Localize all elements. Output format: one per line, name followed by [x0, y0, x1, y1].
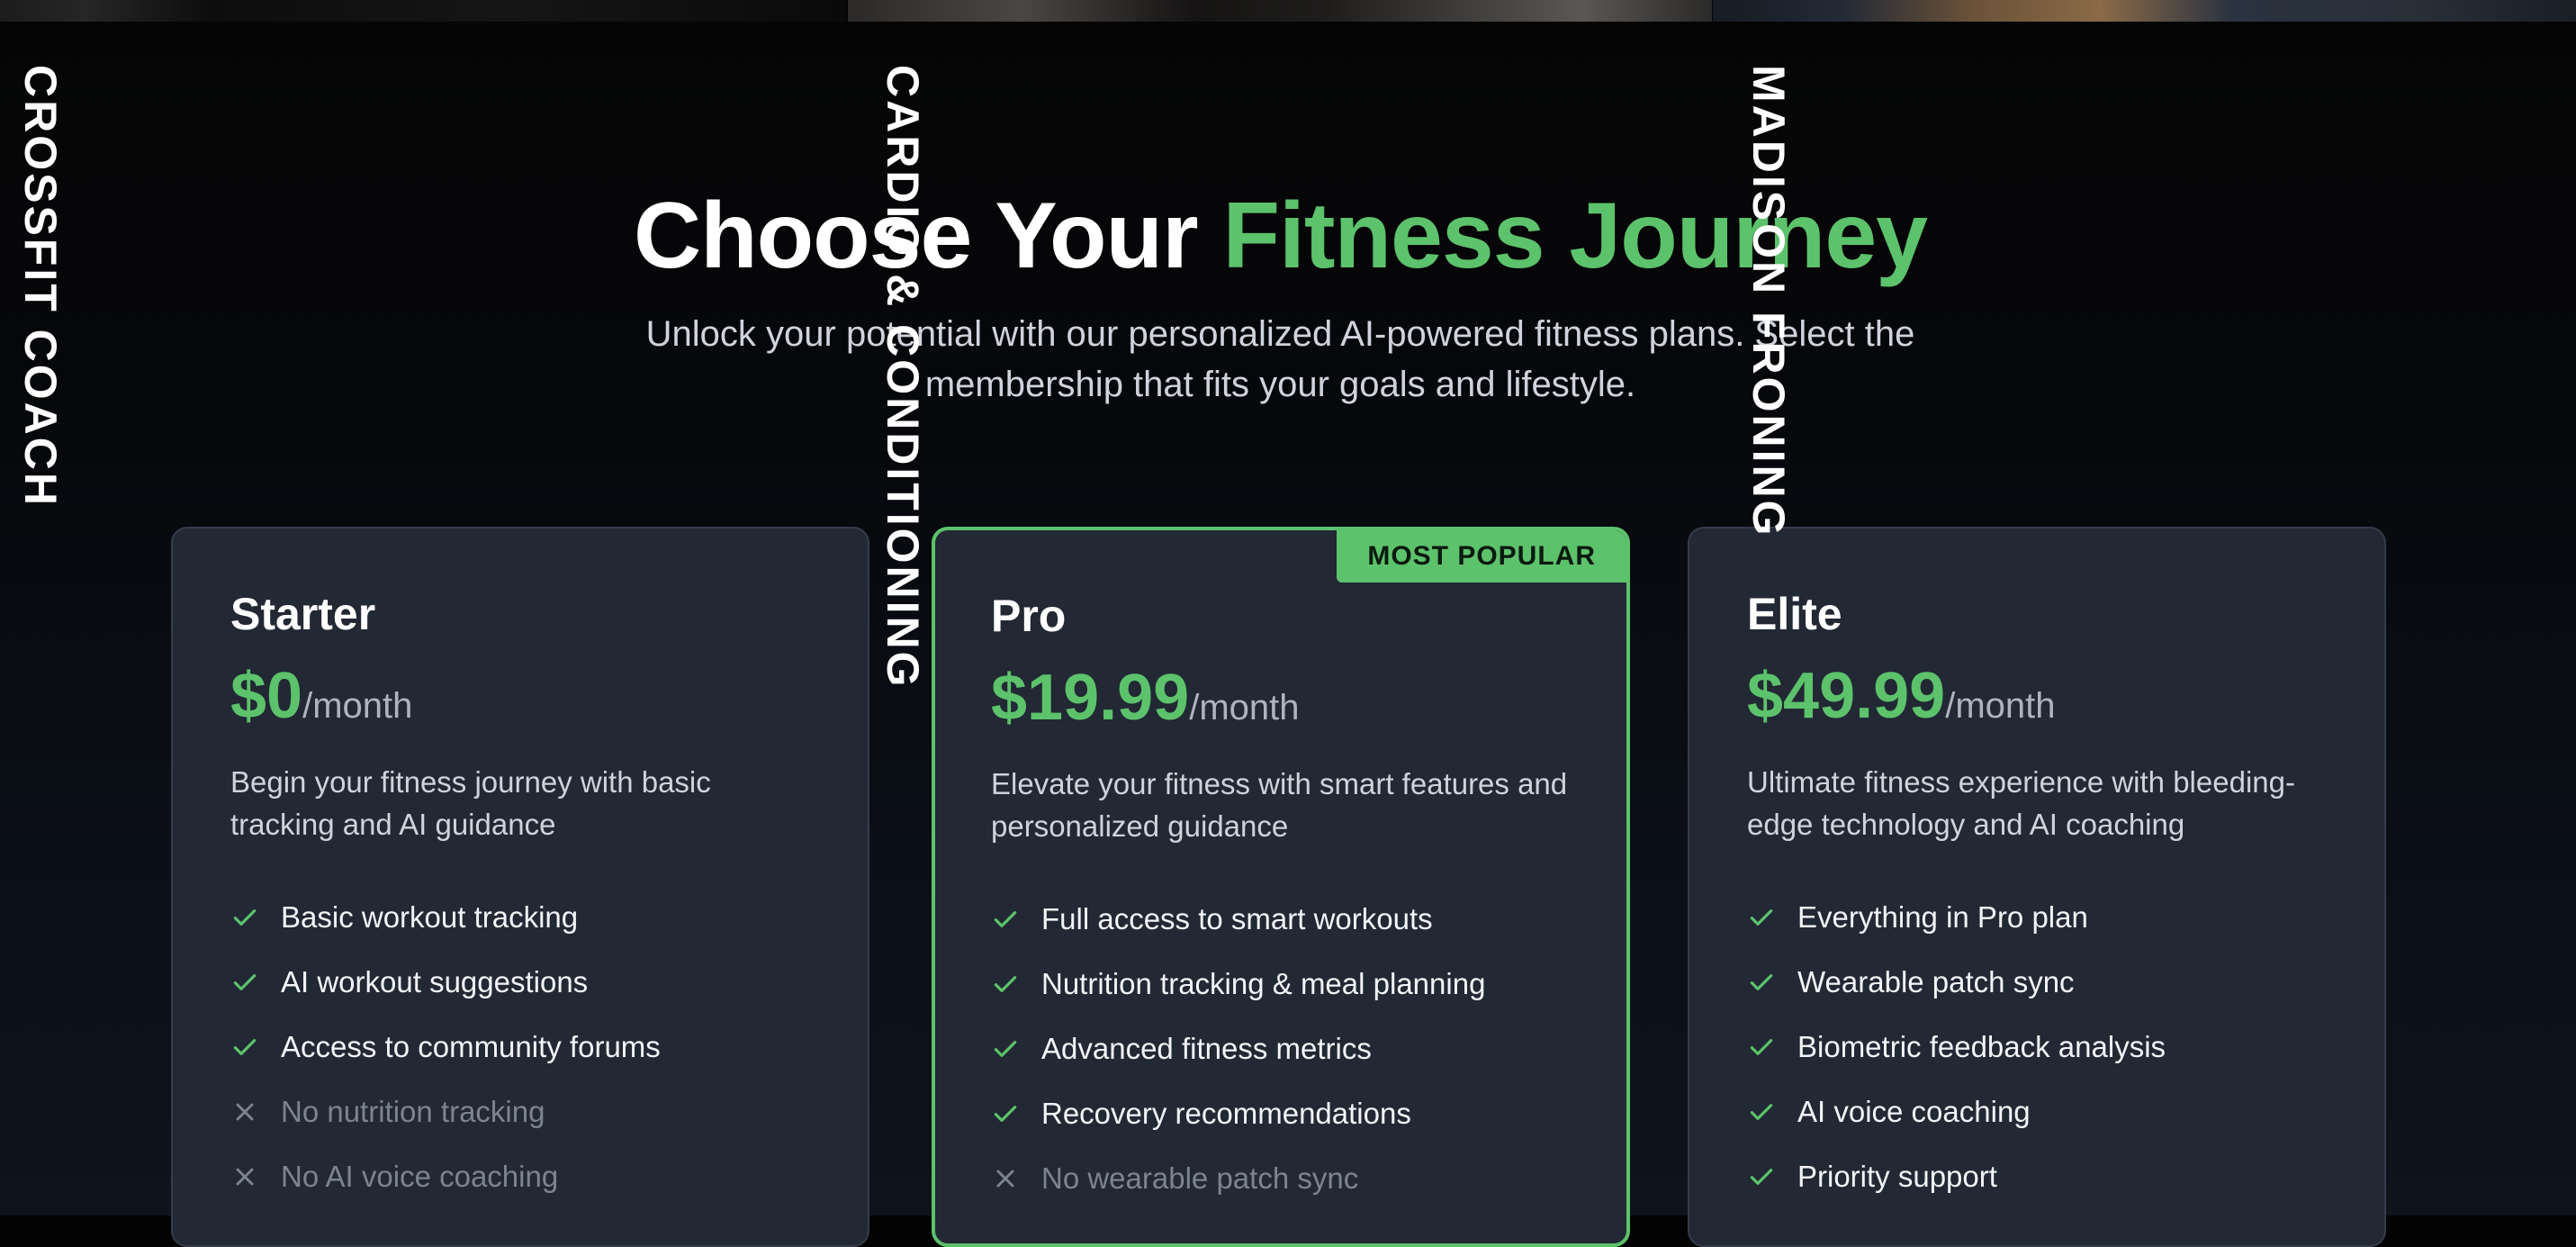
feature-text: Basic workout tracking — [281, 900, 579, 934]
page-subtitle: Unlock your potential with our personali… — [645, 314, 1915, 405]
feature-item: Access to community forums — [230, 1015, 814, 1080]
feature-text: AI workout suggestions — [281, 965, 589, 999]
price-row: $49.99/month — [1747, 664, 2330, 728]
feature-text: Access to community forums — [281, 1030, 661, 1063]
feature-text: AI voice coaching — [1797, 1095, 2031, 1128]
feature-item: AI workout suggestions — [230, 950, 814, 1015]
x-icon — [230, 1094, 281, 1130]
feature-item: Everything in Pro plan — [1747, 885, 2330, 950]
check-icon — [1747, 1029, 1797, 1065]
price-row: $0/month — [230, 664, 814, 728]
feature-text: Advanced fitness metrics — [1041, 1032, 1372, 1065]
feature-text: Biometric feedback analysis — [1797, 1030, 2166, 1063]
plan-card-pro[interactable]: MOST POPULAR Pro $19.99/month Elevate yo… — [932, 527, 1630, 1247]
check-icon — [1747, 1094, 1797, 1130]
plan-period: /month — [1945, 686, 2056, 726]
feature-text: No nutrition tracking — [281, 1095, 545, 1128]
plan-card-starter[interactable]: Starter $0/month Begin your fitness jour… — [171, 527, 869, 1247]
plan-description: Elevate your fitness with smart features… — [991, 767, 1568, 843]
coach-photo-strip — [0, 0, 2576, 22]
pricing-hero: Choose Your Fitness Journey Unlock your … — [0, 185, 2561, 410]
plan-price: $49.99 — [1747, 660, 1946, 732]
feature-text: No wearable patch sync — [1041, 1161, 1359, 1195]
price-row: $19.99/month — [991, 665, 1572, 730]
coach-photo-madison[interactable] — [1713, 0, 2576, 22]
plan-period: /month — [302, 686, 413, 726]
check-icon — [1747, 964, 1797, 1000]
feature-item: AI voice coaching — [1747, 1080, 2330, 1144]
feature-item: Full access to smart workouts — [991, 887, 1572, 952]
plan-card-elite[interactable]: Elite $49.99/month Ultimate fitness expe… — [1688, 527, 2386, 1247]
coach-photo-crossfit[interactable] — [0, 0, 846, 22]
check-icon — [1747, 1159, 1797, 1195]
feature-item: Recovery recommendations — [991, 1081, 1572, 1146]
feature-item: Biometric feedback analysis — [1747, 1015, 2330, 1080]
feature-list: Full access to smart workouts Nutrition … — [991, 887, 1572, 1211]
feature-item: Nutrition tracking & meal planning — [991, 952, 1572, 1017]
feature-list: Everything in Pro plan Wearable patch sy… — [1747, 885, 2330, 1209]
plan-description: Ultimate fitness experience with bleedin… — [1747, 765, 2295, 841]
check-icon — [230, 964, 281, 1000]
feature-text: Everything in Pro plan — [1797, 900, 2088, 934]
check-icon — [991, 1096, 1041, 1132]
coach-photo-cardio[interactable] — [848, 0, 1712, 22]
check-icon — [991, 1031, 1041, 1067]
feature-item: No nutrition tracking — [230, 1080, 814, 1144]
most-popular-badge: MOST POPULAR — [1337, 530, 1626, 583]
check-icon — [991, 966, 1041, 1002]
coach-label-madison: MADISON FRONING — [1743, 65, 1794, 538]
plan-name: Starter — [230, 589, 376, 639]
plan-name: Elite — [1747, 589, 1842, 639]
feature-item: No AI voice coaching — [230, 1144, 814, 1209]
coach-label-cardio: CARDIO & CONDITIONING — [878, 65, 928, 690]
feature-item: Advanced fitness metrics — [991, 1017, 1572, 1081]
check-icon — [1747, 899, 1797, 935]
feature-text: No AI voice coaching — [281, 1160, 559, 1193]
x-icon — [230, 1159, 281, 1195]
page-title: Choose Your Fitness Journey — [0, 185, 2561, 287]
feature-text: Priority support — [1797, 1160, 1997, 1193]
title-main: Choose Your — [633, 184, 1223, 288]
feature-item: Basic workout tracking — [230, 885, 814, 950]
feature-text: Recovery recommendations — [1041, 1097, 1411, 1130]
check-icon — [991, 901, 1041, 937]
feature-item: Priority support — [1747, 1144, 2330, 1209]
feature-item: No wearable patch sync — [991, 1146, 1572, 1211]
feature-list: Basic workout tracking AI workout sugges… — [230, 885, 814, 1209]
plan-price: $0 — [230, 660, 303, 732]
plan-period: /month — [1189, 688, 1300, 727]
feature-text: Wearable patch sync — [1797, 965, 2075, 999]
title-accent: Fitness Journey — [1222, 184, 1928, 288]
coach-label-crossfit: CROSSFIT COACH — [15, 65, 66, 508]
plan-name: Pro — [991, 591, 1067, 641]
check-icon — [230, 899, 281, 935]
feature-text: Full access to smart workouts — [1041, 902, 1433, 935]
plan-description: Begin your fitness journey with basic tr… — [230, 765, 711, 841]
x-icon — [991, 1161, 1041, 1197]
feature-text: Nutrition tracking & meal planning — [1041, 967, 1486, 1000]
plan-price: $19.99 — [991, 662, 1190, 734]
check-icon — [230, 1029, 281, 1065]
feature-item: Wearable patch sync — [1747, 950, 2330, 1015]
